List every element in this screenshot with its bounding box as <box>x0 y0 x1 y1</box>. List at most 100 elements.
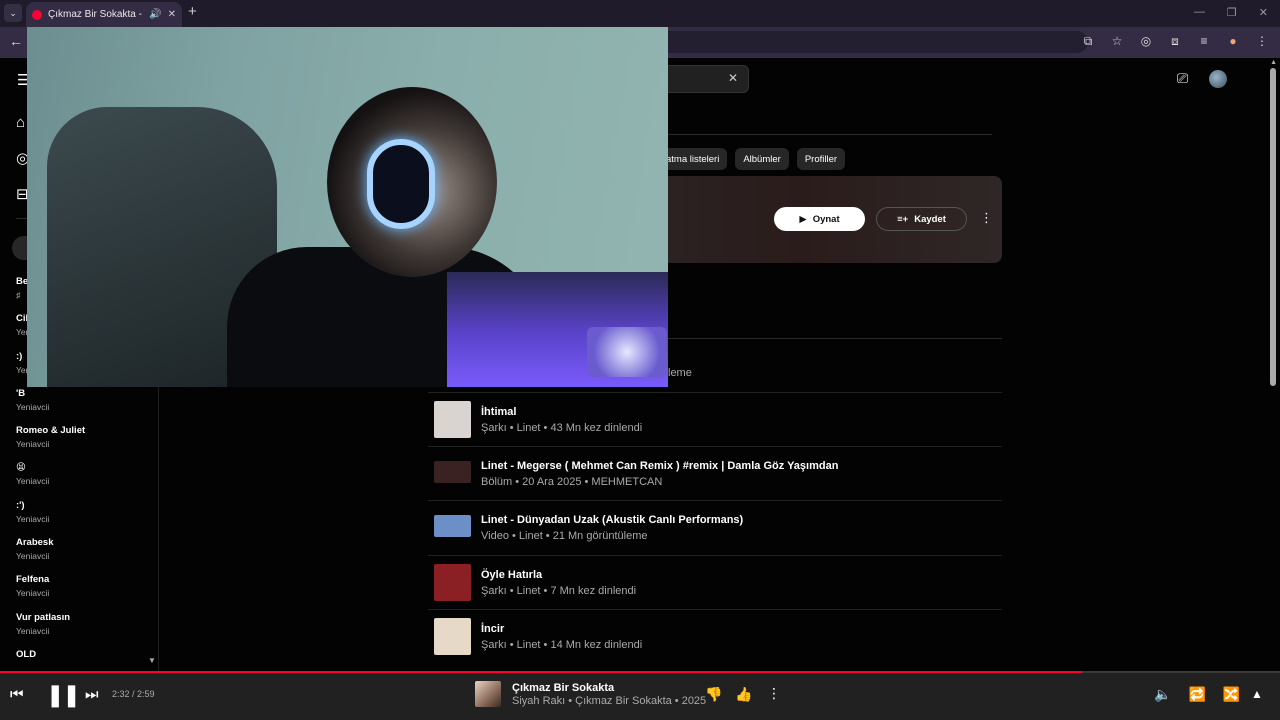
browser-tab-active[interactable]: Çıkmaz Bir Sokakta - YouTube Music 🔊 ✕ <box>26 2 182 27</box>
toolbar-icons: ⧉ ☆ ◎ ⧈ ≡ ● ⋮ <box>1080 34 1270 49</box>
shuffle-icon[interactable]: 🔀 <box>1223 686 1240 703</box>
page-scrollbar-thumb[interactable] <box>1270 68 1276 386</box>
thumbnail <box>434 401 471 438</box>
sidebar-playlist-item[interactable]: :') Yeniavcii <box>16 500 151 537</box>
list-item[interactable]: İhtimal Şarkı • Linet • 43 Mn kez dinlen… <box>428 392 1002 446</box>
kebab-menu-icon[interactable]: ⋮ <box>1254 34 1270 49</box>
playlist-title: Vur patlasın <box>16 611 71 623</box>
play-button[interactable]: ▶ Oynat <box>774 207 865 231</box>
playlist-owner: Yeniavcii <box>16 513 50 524</box>
playlist-owner: Yeniavcii <box>16 476 50 487</box>
save-label: Kaydet <box>914 213 946 225</box>
sidebar-playlist-item[interactable]: Romeo & Juliet Yeniavcii <box>16 425 151 462</box>
thumbnail <box>434 563 471 601</box>
clear-search-icon[interactable]: ✕ <box>728 71 738 85</box>
restore-icon[interactable]: ❐ <box>1227 6 1237 19</box>
repeat-icon[interactable]: 🔁 <box>1188 686 1205 703</box>
list-item[interactable]: Öyle Hatırla Şarkı • Linet • 7 Mn kez di… <box>428 554 1002 609</box>
divider <box>668 338 1002 339</box>
playlist-title: 'B <box>16 387 26 399</box>
previous-track-icon[interactable]: ⏮ <box>10 686 24 703</box>
sidebar-playlist-item[interactable]: 'B Yeniavcii <box>16 388 151 425</box>
item-subtitle: Şarkı • Linet • 43 Mn kez dinlendi <box>481 422 643 434</box>
expand-player-icon[interactable]: ▲ <box>1251 687 1263 701</box>
install-app-icon[interactable]: ⧉ <box>1080 34 1096 49</box>
now-playing-title[interactable]: Çıkmaz Bir Sokakta <box>512 682 614 694</box>
thumbnail <box>434 515 471 538</box>
item-title[interactable]: Linet - Megerse ( Mehmet Can Remix ) #re… <box>481 460 838 472</box>
avatar[interactable] <box>1209 70 1227 88</box>
dislike-icon[interactable]: 👎 <box>705 686 722 703</box>
video-headset <box>367 139 435 229</box>
playlist-title: Romeo & Juliet <box>16 425 86 437</box>
playlist-title: Arabesk <box>16 537 54 549</box>
volume-icon[interactable]: 🔈 <box>1154 686 1171 703</box>
item-subtitle: Şarkı • Linet • 14 Mn kez dinlendi <box>481 638 643 651</box>
star-icon[interactable]: ☆ <box>1109 34 1125 49</box>
item-title[interactable]: İncir <box>481 623 504 635</box>
video-lamp-glow <box>587 327 667 377</box>
item-title[interactable]: Öyle Hatırla <box>481 569 542 581</box>
like-icon[interactable]: 👍 <box>735 686 752 703</box>
next-track-icon[interactable]: ⏭ <box>85 686 99 703</box>
tab-title: Çıkmaz Bir Sokakta - YouTube Music <box>48 9 143 20</box>
sidebar-playlist-item[interactable]: 😫 Yeniavcii <box>16 462 151 499</box>
list-item[interactable]: İncir Şarkı • Linet • 14 Mn kez dinlendi <box>428 608 1002 663</box>
window-controls: — ❐ ✕ <box>1194 6 1268 19</box>
play-label: Oynat <box>812 213 840 225</box>
extensions-icon[interactable]: ⧈ <box>1167 34 1183 49</box>
close-window-icon[interactable]: ✕ <box>1259 6 1268 19</box>
sidebar-playlist-item[interactable]: Vur patlasın Yeniavcii <box>16 612 151 649</box>
more-options-icon[interactable]: ⋮ <box>767 685 781 702</box>
speaker-icon[interactable]: 🔊 <box>149 9 161 20</box>
chip-playlists[interactable]: atma listeleri <box>660 148 728 170</box>
playlist-title: :') <box>16 499 25 511</box>
thumbnail <box>434 461 471 484</box>
item-title[interactable]: İhtimal <box>481 406 516 418</box>
partial-result-subtitle: leme <box>668 367 692 379</box>
cast-icon[interactable]: ⎚ <box>1177 70 1188 87</box>
chip-albums[interactable]: Albümler <box>735 148 789 170</box>
youtube-music-favicon-icon <box>32 9 42 20</box>
item-subtitle: Video • Linet • 21 Mn görüntüleme <box>481 530 648 543</box>
incognito-icon[interactable]: ◎ <box>1138 34 1154 49</box>
tab-search-chevron-icon[interactable]: ⌄ <box>4 4 22 22</box>
results-list: İhtimal Şarkı • Linet • 43 Mn kez dinlen… <box>428 392 1002 663</box>
playlist-add-icon: ≡+ <box>897 213 909 225</box>
playback-time: 2:32 / 2:59 <box>112 689 155 699</box>
list-item[interactable]: Linet - Megerse ( Mehmet Can Remix ) #re… <box>428 446 1002 500</box>
address-bar[interactable] <box>668 31 1088 53</box>
list-item[interactable]: Linet - Dünyadan Uzak (Akustik Canlı Per… <box>428 500 1002 554</box>
item-subtitle: Bölüm • 20 Ara 2025 • MEHMETCAN <box>481 476 663 489</box>
item-title[interactable]: Linet - Dünyadan Uzak (Akustik Canlı Per… <box>481 514 743 526</box>
item-subtitle: Şarkı • Linet • 7 Mn kez dinlendi <box>481 584 637 597</box>
extension-badge-icon[interactable]: ● <box>1225 34 1241 49</box>
player-right-controls: 🔈 🔁 🔀 <box>1154 686 1240 703</box>
filter-chips: atma listeleri Albümler Profiller <box>660 148 846 170</box>
sidebar-playlist-item[interactable]: Felfena Yeniavcii <box>16 574 151 611</box>
picture-in-picture-video[interactable] <box>27 27 668 387</box>
save-button[interactable]: ≡+ Kaydet <box>876 207 967 231</box>
play-icon: ▶ <box>799 213 807 225</box>
back-arrow-icon[interactable]: ← <box>9 33 23 49</box>
top-result-card: ▶ Oynat ≡+ Kaydet ⋮ <box>668 176 1002 263</box>
new-tab-button[interactable]: + <box>188 3 197 20</box>
playlist-owner: Yeniavcii <box>16 439 50 450</box>
tab-strip: ⌄ Çıkmaz Bir Sokakta - YouTube Music 🔊 ✕… <box>0 0 1280 27</box>
sidebar-playlist-item[interactable]: Arabesk Yeniavcii <box>16 537 151 574</box>
divider <box>668 134 992 135</box>
now-playing-subtitle[interactable]: Siyah Rakı • Çıkmaz Bir Sokakta • 2025 <box>512 695 706 707</box>
playlist-owner: Yeniavcii <box>16 401 50 412</box>
scroll-up-arrow-icon[interactable]: ▲ <box>1270 59 1277 66</box>
playlist-title: 😫 <box>16 462 26 474</box>
chip-profiles[interactable]: Profiller <box>796 148 846 170</box>
now-playing-thumbnail[interactable] <box>475 681 501 707</box>
playlist-owner: Yeniavcii <box>16 588 50 599</box>
more-options-icon[interactable]: ⋮ <box>980 210 993 226</box>
pause-icon[interactable]: ❚❚ <box>46 682 81 708</box>
close-tab-icon[interactable]: ✕ <box>168 9 176 20</box>
scroll-down-arrow-icon[interactable]: ▼ <box>148 656 156 665</box>
minimize-icon[interactable]: — <box>1194 6 1205 19</box>
thumbnail <box>434 617 471 655</box>
reading-list-icon[interactable]: ≡ <box>1196 34 1212 49</box>
